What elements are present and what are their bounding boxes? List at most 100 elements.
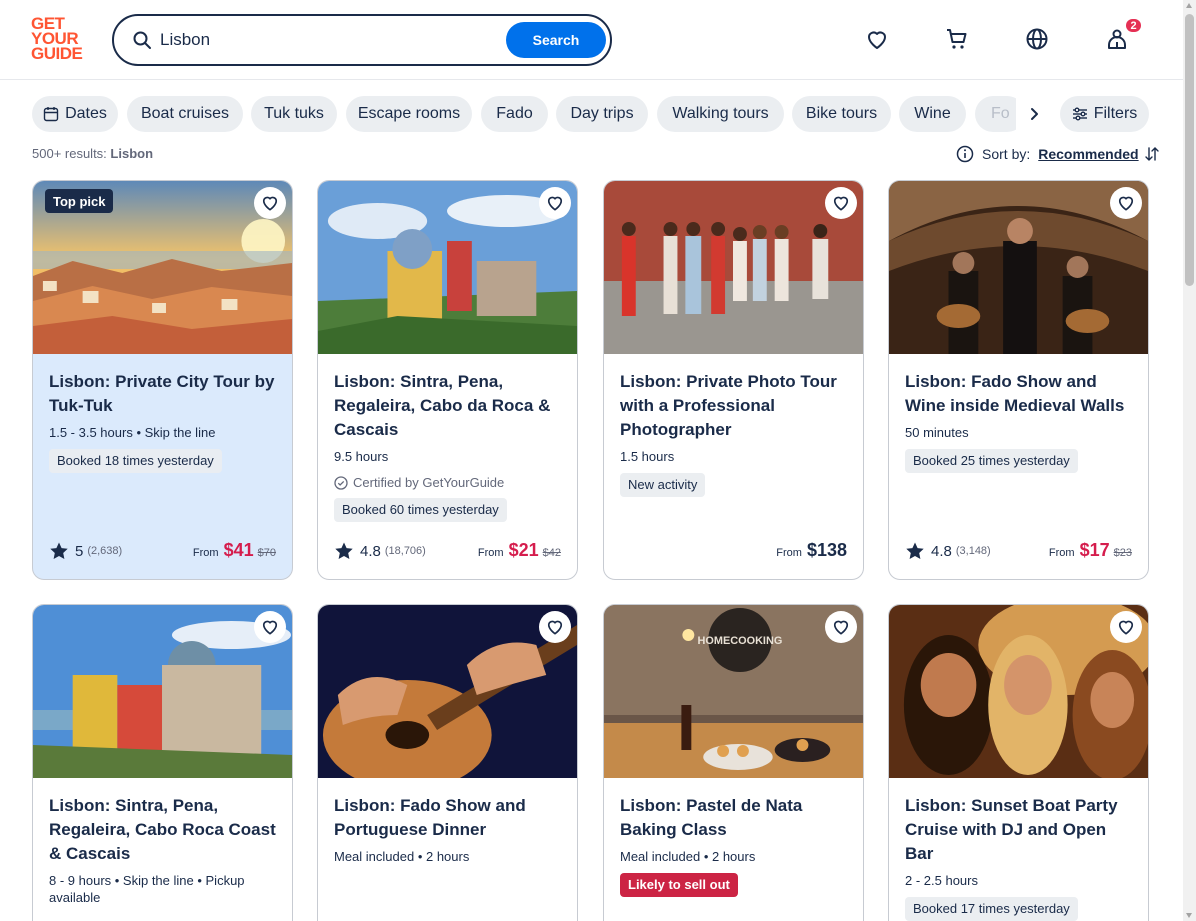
chip-walking-tours[interactable]: Walking tours: [657, 96, 784, 132]
price-amount: $17: [1079, 540, 1110, 560]
getyourguide-logo[interactable]: GET YOUR GUIDE: [31, 15, 91, 64]
chip-label: Wine: [914, 105, 951, 122]
review-count: (3,148): [955, 545, 991, 557]
wishlist-button[interactable]: [1110, 611, 1142, 643]
activity-card[interactable]: HOMECOOKING Lisbon: Pastel de Nata Bakin…: [603, 604, 864, 921]
star-icon: [906, 542, 924, 559]
top-pick-badge: Top pick: [45, 189, 114, 213]
rating-value: 4.8: [931, 542, 952, 560]
card-body: Lisbon: Private Photo Tour with a Profes…: [620, 370, 849, 497]
scrollbar-thumb[interactable]: [1185, 14, 1194, 286]
card-rating: 5 (2,638): [49, 541, 122, 561]
chip-label: Dates: [65, 105, 107, 122]
globe-icon[interactable]: [1024, 26, 1050, 52]
sort-arrows-icon[interactable]: [1144, 146, 1160, 162]
chip-label: Boat cruises: [140, 105, 230, 122]
chip-boat-cruises[interactable]: Boat cruises: [127, 96, 243, 132]
activity-card[interactable]: Lisbon: Fado Show and Portuguese Dinner …: [317, 604, 578, 921]
scroll-down-arrow[interactable]: [1186, 913, 1192, 918]
card-title[interactable]: Lisbon: Sintra, Pena, Regaleira, Cabo Ro…: [49, 794, 278, 866]
card-image: [889, 605, 1148, 778]
card-price: From $138: [776, 540, 847, 561]
chip-label: Day trips: [570, 105, 634, 122]
card-meta: 1.5 hours: [620, 449, 675, 464]
activity-card[interactable]: Top pick Lisbon: Private City Tour by Tu…: [32, 180, 293, 580]
heart-icon: [547, 620, 563, 635]
wishlist-button[interactable]: [539, 187, 571, 219]
card-body: Lisbon: Private City Tour by Tuk-Tuk 1.5…: [49, 370, 278, 473]
card-title[interactable]: Lisbon: Fado Show and Portuguese Dinner: [334, 794, 563, 842]
chips-next-button[interactable]: [1016, 96, 1052, 132]
chip-dates[interactable]: Dates: [32, 96, 118, 132]
heart-icon: [833, 196, 849, 211]
calendar-icon: [43, 107, 59, 122]
wishlist-button[interactable]: [254, 187, 286, 219]
chip-wine[interactable]: Wine: [899, 96, 966, 132]
booked-tag: Booked 18 times yesterday: [49, 449, 222, 473]
results-count-text: 500+ results:: [32, 146, 107, 161]
sort-control[interactable]: Sort by: Recommended: [956, 144, 1160, 164]
chip-day-trips[interactable]: Day trips: [556, 96, 648, 132]
card-image: [318, 605, 577, 778]
card-price: From $21 $42: [478, 540, 561, 561]
activity-card[interactable]: Lisbon: Fado Show and Wine inside Mediev…: [888, 180, 1149, 580]
price-from: From: [776, 547, 802, 559]
heart-icon[interactable]: [864, 26, 890, 52]
card-body: Lisbon: Sunset Boat Party Cruise with DJ…: [905, 794, 1134, 921]
info-icon[interactable]: [956, 145, 974, 163]
card-body: Lisbon: Sintra, Pena, Regaleira, Cabo Ro…: [49, 794, 278, 906]
star-icon: [335, 542, 353, 559]
card-meta: 2 - 2.5 hours: [905, 873, 978, 888]
chip-label: Walking tours: [672, 105, 769, 122]
card-title[interactable]: Lisbon: Private Photo Tour with a Profes…: [620, 370, 849, 442]
chip-label: Bike tours: [805, 105, 878, 122]
card-rating: 4.8 (18,706): [334, 541, 426, 561]
wishlist-button[interactable]: [539, 611, 571, 643]
wishlist-button[interactable]: [254, 611, 286, 643]
activity-card[interactable]: Lisbon: Sintra, Pena, Regaleira, Cabo Ro…: [32, 604, 293, 921]
wishlist-button[interactable]: [1110, 187, 1142, 219]
rating-value: 4.8: [360, 542, 381, 560]
card-title[interactable]: Lisbon: Sunset Boat Party Cruise with DJ…: [905, 794, 1134, 866]
filters-button[interactable]: Filters: [1060, 96, 1149, 132]
review-count: (18,706): [384, 545, 426, 557]
page-scrollbar[interactable]: [1183, 0, 1196, 921]
wishlist-button[interactable]: [825, 187, 857, 219]
card-title[interactable]: Lisbon: Fado Show and Wine inside Mediev…: [905, 370, 1134, 418]
price-from: From: [192, 547, 219, 559]
chip-label: Fo: [991, 105, 1010, 122]
card-title[interactable]: Lisbon: Pastel de Nata Baking Class: [620, 794, 849, 842]
search-button[interactable]: Search: [506, 22, 606, 58]
activity-card[interactable]: Lisbon: Sunset Boat Party Cruise with DJ…: [888, 604, 1149, 921]
wishlist-button[interactable]: [825, 611, 857, 643]
card-body: Lisbon: Pastel de Nata Baking Class Meal…: [620, 794, 849, 897]
sort-label: Sort by:: [982, 146, 1031, 162]
price-amount: $41: [223, 540, 254, 560]
heart-icon: [262, 620, 278, 635]
activity-card[interactable]: Lisbon: Sintra, Pena, Regaleira, Cabo da…: [317, 180, 578, 580]
activity-card[interactable]: Lisbon: Private Photo Tour with a Profes…: [603, 180, 864, 580]
card-body: Lisbon: Sintra, Pena, Regaleira, Cabo da…: [334, 370, 563, 522]
sort-value[interactable]: Recommended: [1038, 146, 1138, 162]
heart-icon: [547, 196, 563, 211]
card-price: From $41 $70: [193, 540, 276, 561]
chip-escape-rooms[interactable]: Escape rooms: [346, 96, 472, 132]
card-body: Lisbon: Fado Show and Wine inside Mediev…: [905, 370, 1134, 473]
search-icon: [133, 31, 151, 49]
chip-tuk-tuks[interactable]: Tuk tuks: [251, 96, 337, 132]
logo-line-3: GUIDE: [31, 44, 83, 63]
card-meta: Meal included • 2 hours: [620, 849, 756, 864]
card-title[interactable]: Lisbon: Sintra, Pena, Regaleira, Cabo da…: [334, 370, 563, 442]
cart-icon[interactable]: [944, 26, 970, 52]
scroll-up-arrow[interactable]: [1186, 3, 1192, 8]
chip-fado[interactable]: Fado: [481, 96, 548, 132]
search-input[interactable]: [160, 28, 500, 52]
results-count: 500+ results: Lisbon: [32, 146, 153, 161]
price-original: $42: [542, 547, 561, 559]
chip-bike-tours[interactable]: Bike tours: [792, 96, 891, 132]
search-bar[interactable]: Search: [112, 14, 612, 66]
review-count: (2,638): [87, 545, 123, 557]
card-image: [33, 605, 292, 778]
certified-text: Certified by GetYourGuide: [353, 475, 505, 490]
card-title[interactable]: Lisbon: Private City Tour by Tuk-Tuk: [49, 370, 278, 418]
